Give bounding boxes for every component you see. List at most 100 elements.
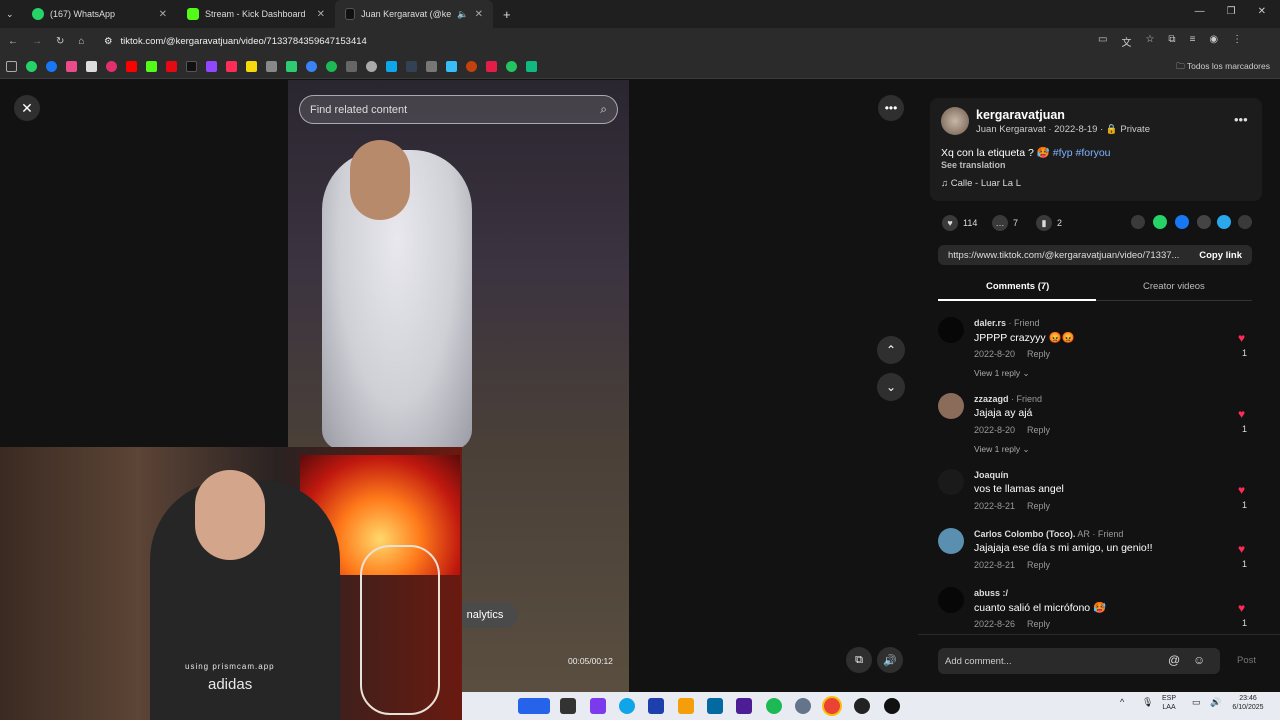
volume-button[interactable]: 🔊 — [877, 647, 903, 673]
close-video-button[interactable]: ✕ — [14, 95, 40, 121]
bookmark-icon[interactable] — [526, 61, 537, 72]
view-replies[interactable]: View 1 reply ⌄ — [974, 444, 1030, 455]
all-bookmarks[interactable]: 🗀 Todos los marcadores — [1176, 61, 1270, 75]
comment-stat[interactable]: … 7 — [992, 215, 1018, 231]
home-icon[interactable]: ⌂ — [78, 36, 84, 47]
comment-avatar[interactable] — [938, 587, 964, 613]
tab-whatsapp[interactable]: (167) WhatsApp ✕ — [22, 0, 177, 28]
comment-avatar[interactable] — [938, 528, 964, 554]
reading-list-icon[interactable]: ≡ — [1190, 34, 1196, 49]
tab-comments[interactable]: Comments (7) — [986, 281, 1049, 292]
comment-like-icon[interactable]: ♥ — [1238, 483, 1245, 497]
view-replies[interactable]: View 1 reply ⌄ — [974, 368, 1030, 379]
comment-avatar[interactable] — [938, 393, 964, 419]
reply-button[interactable]: Reply — [1027, 619, 1050, 629]
taskbar-folder-icon[interactable] — [678, 698, 694, 714]
see-translation[interactable]: See translation — [941, 160, 1006, 170]
bookmark-icon[interactable] — [66, 61, 77, 72]
more-options-button[interactable]: ••• — [878, 95, 904, 121]
back-icon[interactable]: ← — [8, 36, 18, 47]
comment-like-icon[interactable]: ♥ — [1238, 542, 1245, 556]
taskbar-settings-icon[interactable] — [795, 698, 811, 714]
forward-icon[interactable]: → — [32, 36, 42, 47]
comment-avatar[interactable] — [938, 469, 964, 495]
music-link[interactable]: ♫ Calle - Luar La L — [941, 178, 1021, 189]
language-indicator[interactable]: ESP LAA — [1162, 694, 1176, 712]
bookmark-facebook-icon[interactable] — [46, 61, 57, 72]
hashtags[interactable]: #fyp #foryou — [1053, 147, 1111, 159]
post-comment-button[interactable]: Post — [1237, 655, 1256, 666]
taskbar-outlook-icon[interactable] — [707, 698, 723, 714]
tray-network-icon[interactable]: ▭ — [1192, 698, 1201, 707]
bookmark-music-icon[interactable] — [226, 61, 237, 72]
author-avatar[interactable] — [941, 107, 969, 135]
bookmark-twitch-icon[interactable] — [206, 61, 217, 72]
close-tab-icon[interactable]: ✕ — [159, 9, 167, 20]
bookmark-icon[interactable] — [446, 61, 457, 72]
reply-button[interactable]: Reply — [1027, 425, 1050, 435]
tab-kick-dashboard[interactable]: Stream - Kick Dashboard ✕ — [177, 0, 335, 28]
bookmark-youtube-icon[interactable] — [126, 61, 137, 72]
taskbar-store-icon[interactable] — [648, 698, 664, 714]
like-stat[interactable]: ♥ 114 — [942, 215, 977, 231]
copy-link-button[interactable]: Copy link — [1199, 250, 1242, 261]
tab-search-button[interactable]: ⌄ — [0, 0, 22, 28]
find-related-search[interactable]: Find related content ⌕ — [299, 95, 618, 124]
bookmark-icon[interactable] — [326, 61, 337, 72]
close-tab-icon[interactable]: ✕ — [317, 9, 325, 20]
comment-like-icon[interactable]: ♥ — [1238, 407, 1245, 421]
mention-icon[interactable]: @ — [1168, 653, 1180, 667]
bookmark-icon[interactable] — [366, 61, 377, 72]
close-window-icon[interactable]: ✕ — [1258, 6, 1266, 17]
cast-icon[interactable]: ▭ — [1098, 34, 1107, 49]
bookmark-icon[interactable] — [346, 61, 357, 72]
embed-icon[interactable] — [1131, 215, 1145, 229]
reload-icon[interactable]: ↻ — [56, 36, 64, 47]
url-bar[interactable]: ⚙ tiktok.com/@kergaravatjuan/video/71337… — [104, 31, 1104, 51]
post-more-icon[interactable]: ••• — [1234, 112, 1248, 127]
share-telegram-icon[interactable] — [1217, 215, 1231, 229]
share-facebook-icon[interactable] — [1175, 215, 1189, 229]
bookmark-icon[interactable] — [486, 61, 497, 72]
bookmark-instagram-icon[interactable] — [106, 61, 117, 72]
taskbar-chrome-icon[interactable] — [824, 698, 840, 714]
translate-icon[interactable]: 文 — [1121, 34, 1131, 49]
taskbar-app-icon[interactable] — [736, 698, 752, 714]
minimize-icon[interactable]: — — [1195, 6, 1205, 17]
author-username[interactable]: kergaravatjuan — [976, 108, 1065, 122]
bookmark-kick-icon[interactable] — [146, 61, 157, 72]
reply-button[interactable]: Reply — [1027, 501, 1050, 511]
extensions-icon[interactable]: ⧉ — [1168, 34, 1175, 49]
profile-avatar[interactable]: ◉ — [1209, 34, 1218, 49]
bookmark-icon[interactable] — [306, 61, 317, 72]
share-more-icon[interactable] — [1238, 215, 1252, 229]
bookmark-x-icon[interactable] — [86, 61, 97, 72]
next-video-button[interactable]: ⌄ — [877, 373, 905, 401]
comment-avatar[interactable] — [938, 317, 964, 343]
new-tab-button[interactable]: + — [493, 0, 521, 28]
star-icon[interactable]: ☆ — [1145, 34, 1154, 49]
previous-video-button[interactable]: ⌃ — [877, 336, 905, 364]
site-info-icon[interactable]: ⚙ — [104, 36, 113, 47]
bookmark-whatsapp-icon[interactable] — [26, 61, 37, 72]
tray-mic-icon[interactable]: 🎙 — [1142, 698, 1153, 707]
bookmark-icon[interactable] — [406, 61, 417, 72]
share-link-field[interactable]: https://www.tiktok.com/@kergaravatjuan/v… — [938, 245, 1252, 265]
share-x-icon[interactable] — [1197, 215, 1211, 229]
bookmark-icon[interactable] — [246, 61, 257, 72]
bookmark-tiktok-icon[interactable] — [186, 61, 197, 72]
taskbar-app-icon[interactable] — [518, 698, 550, 714]
bookmark-icon[interactable] — [426, 61, 437, 72]
bookmark-icon[interactable] — [386, 61, 397, 72]
audio-playing-icon[interactable]: 🔈 — [457, 9, 468, 20]
pip-button[interactable]: ⧉ — [846, 647, 872, 673]
bookmark-icon[interactable] — [286, 61, 297, 72]
emoji-icon[interactable]: ☺ — [1193, 653, 1205, 667]
tray-volume-icon[interactable]: 🔊 — [1210, 698, 1221, 707]
search-icon[interactable]: ⌕ — [600, 102, 607, 117]
reply-button[interactable]: Reply — [1027, 349, 1050, 359]
maximize-icon[interactable]: ❐ — [1227, 6, 1236, 17]
tray-chevron-icon[interactable]: ^ — [1120, 698, 1124, 707]
tab-creator-videos[interactable]: Creator videos — [1143, 281, 1205, 292]
clock[interactable]: 23:46 6/10/2025 — [1228, 694, 1268, 712]
